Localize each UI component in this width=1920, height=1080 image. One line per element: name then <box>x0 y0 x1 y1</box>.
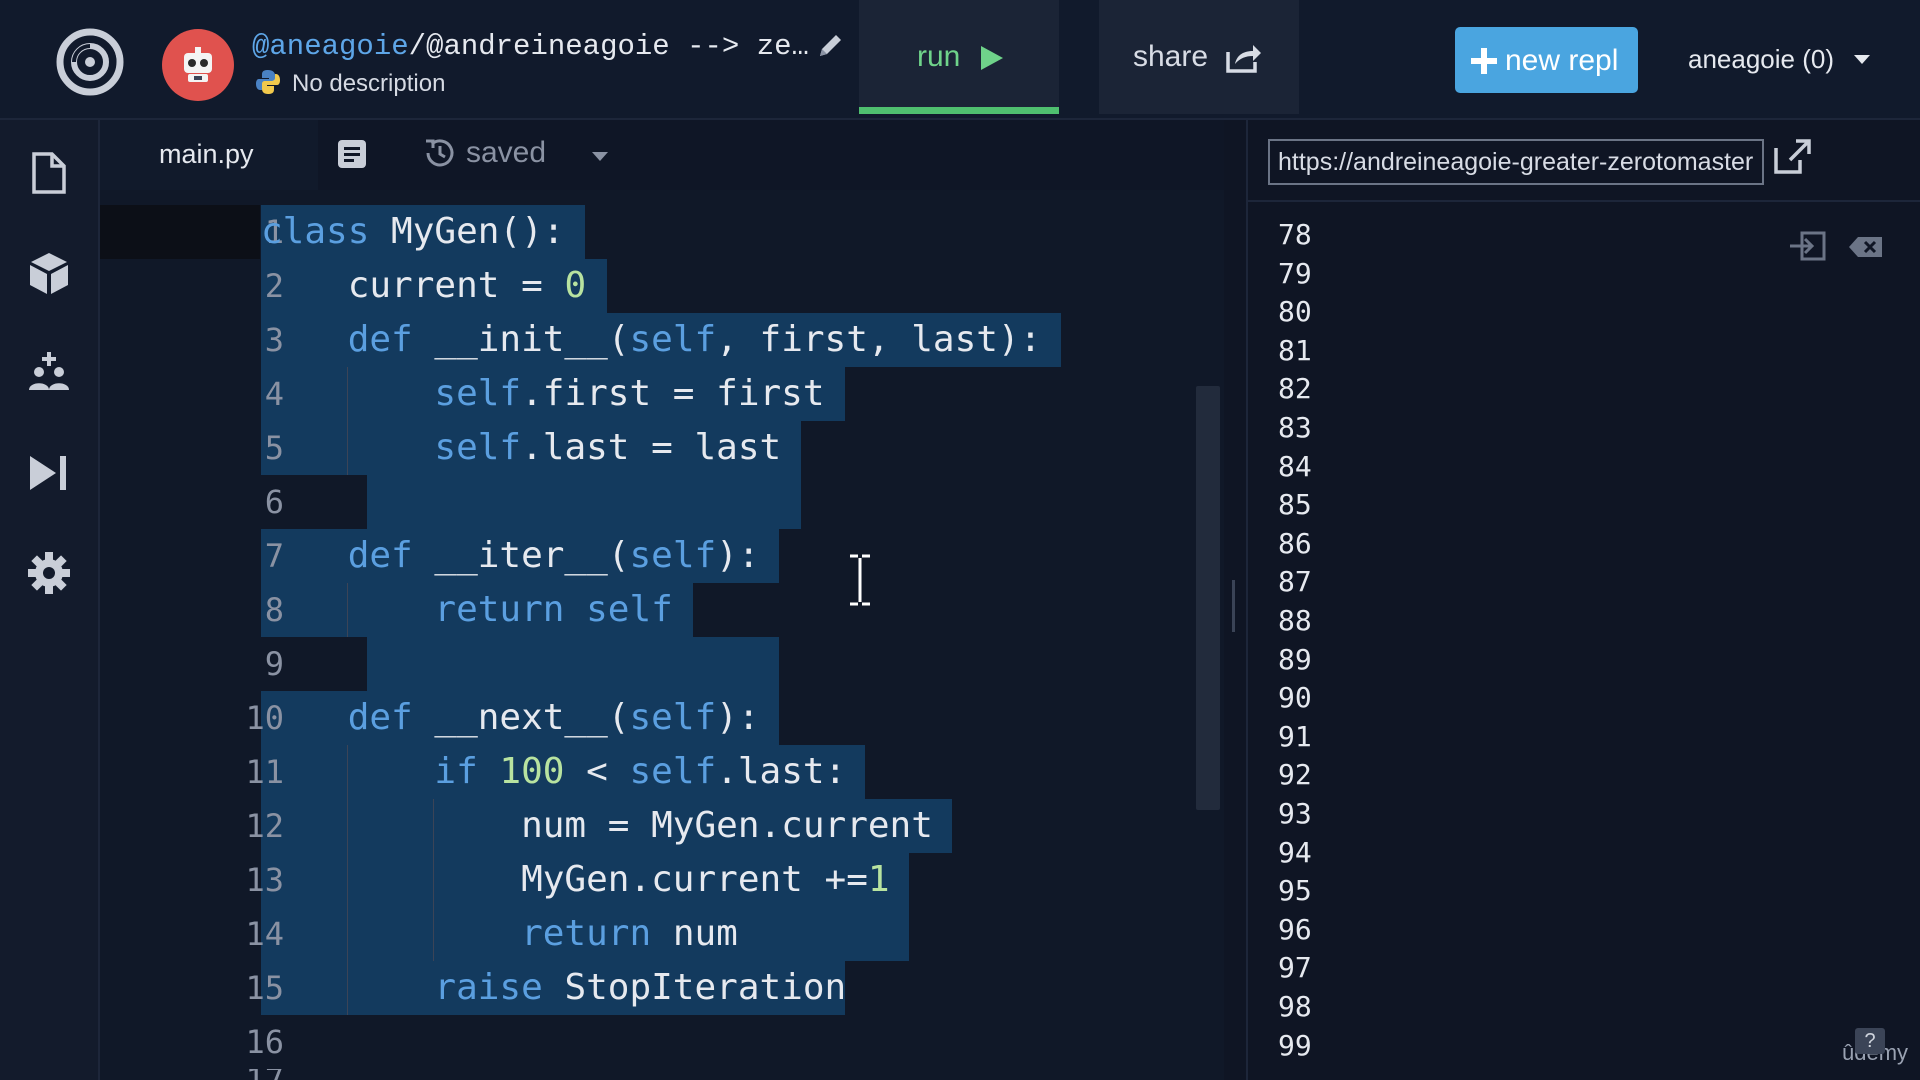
console-output-line: 92 <box>1278 758 1312 792</box>
console-output-line: 80 <box>1278 295 1312 329</box>
console-output-line: 83 <box>1278 411 1312 444</box>
console-output-line: 78 <box>1278 218 1312 251</box>
new-repl-button[interactable]: new repl <box>1455 27 1638 93</box>
code-line: return self <box>261 589 673 630</box>
console-output-line: 85 <box>1278 488 1312 522</box>
chevron-down-icon[interactable] <box>1854 55 1870 65</box>
play-icon <box>981 46 1003 70</box>
console-output-line: 84 <box>1278 449 1312 483</box>
console-pane[interactable]: 78 79 80 81 82 83 84 85 86 87 88 89 90 91 92 93 94 95 96 97… <box>1246 120 1920 1080</box>
clear-console-icon[interactable] <box>1848 236 1884 258</box>
console-output-line: 98 <box>1278 990 1312 1023</box>
splitter-grip[interactable] <box>1232 580 1235 632</box>
new-repl-label: new repl <box>1505 44 1619 77</box>
console-output-line: 90 <box>1278 681 1312 715</box>
settings-icon[interactable] <box>26 550 72 596</box>
console-output-line: 89 <box>1278 642 1312 676</box>
line-number: 16 <box>245 1023 284 1061</box>
console-output-line: 88 <box>1278 604 1312 637</box>
code-line: current = 0 <box>261 265 587 306</box>
robot-icon <box>184 47 212 82</box>
repl-description[interactable]: No description <box>292 70 445 98</box>
run-label: run <box>917 40 961 73</box>
editor-tab-bar: main.py saved <box>100 120 1224 190</box>
code-line: MyGen.current +=1 <box>261 859 890 900</box>
history-icon[interactable] <box>422 135 458 171</box>
text-cursor-icon <box>850 554 870 606</box>
user-menu[interactable]: aneagoie (0) <box>1688 44 1834 75</box>
code-line: num = MyGen.current <box>261 805 933 846</box>
multiplayer-icon[interactable] <box>26 350 72 396</box>
code-line: return num <box>261 913 738 954</box>
code-line: def __init__(self, first, last): <box>261 319 1042 360</box>
console-output-line: 95 <box>1278 874 1312 908</box>
debugger-icon[interactable] <box>26 450 72 496</box>
line-number: 17 <box>164 1069 284 1080</box>
console-output-line: 87 <box>1278 565 1312 599</box>
code-line: raise StopIteration <box>261 967 847 1008</box>
preview-url-input[interactable] <box>1270 141 1762 183</box>
replit-logo-icon[interactable] <box>52 24 128 100</box>
top-bar: @aneagoie/@andreineagoie --> ze… No desc… <box>0 0 1920 120</box>
code-area[interactable]: 1 2 3 4 5 6 7 8 9 10 11 12 13 14 15 16 1… <box>100 200 1224 1080</box>
run-button[interactable]: run <box>859 0 1059 114</box>
console-output-line: 91 <box>1278 719 1312 753</box>
console-output-line: 94 <box>1278 835 1312 869</box>
repl-name: /@andreineagoie --> ze… <box>408 30 809 63</box>
code-line: self.last = last <box>261 427 782 468</box>
console-output-line: 93 <box>1278 797 1312 830</box>
files-icon[interactable] <box>26 150 72 196</box>
packages-icon[interactable] <box>26 250 72 296</box>
share-button[interactable]: share <box>1099 0 1299 114</box>
share-label: share <box>1133 40 1209 73</box>
pencil-icon[interactable] <box>816 30 846 60</box>
code-line: def __next__(self): <box>261 697 760 738</box>
console-output-line: 97 <box>1278 951 1312 985</box>
plus-icon <box>1471 48 1497 74</box>
repl-avatar[interactable] <box>162 29 234 101</box>
console-input-icon[interactable] <box>1788 230 1828 262</box>
code-line: def __iter__(self): <box>261 535 760 576</box>
tab-main-py-label: main.py <box>159 139 254 169</box>
line-number: 9 <box>264 645 284 683</box>
console-output-line: 99 <box>1278 1028 1312 1062</box>
code-line: if 100 < self.last: <box>261 751 847 792</box>
sidebar <box>0 120 100 1080</box>
console-output-line: 81 <box>1278 333 1312 367</box>
repl-owner-link[interactable]: @aneagoie <box>252 30 409 63</box>
help-button[interactable]: ? <box>1855 1028 1885 1054</box>
line-number: 6 <box>264 483 284 521</box>
share-icon <box>1226 45 1261 73</box>
python-icon <box>256 70 280 94</box>
console-divider <box>1248 200 1920 202</box>
console-output-line: 79 <box>1278 256 1312 290</box>
console-output-line: 96 <box>1278 912 1312 946</box>
saved-status: saved <box>466 136 547 169</box>
open-external-icon[interactable] <box>1772 138 1812 176</box>
console-output-line: 82 <box>1278 372 1312 406</box>
selection-block <box>367 475 801 529</box>
code-editor[interactable]: main.py saved 1 2 3 4 5 6 7 8 9 10 11 12… <box>100 120 1224 1080</box>
repl-title[interactable]: @aneagoie/@andreineagoie --> ze… <box>252 30 809 63</box>
selection-block <box>367 637 779 691</box>
code-line: self.first = first <box>261 373 825 414</box>
chevron-down-icon[interactable] <box>592 152 608 162</box>
pane-splitter[interactable] <box>1224 120 1246 1080</box>
tab-main-py[interactable]: main.py <box>100 120 318 190</box>
preview-url-bar[interactable] <box>1268 139 1764 185</box>
editor-scrollbar[interactable] <box>1196 386 1220 810</box>
code-line: class MyGen(): <box>261 211 565 252</box>
format-icon[interactable] <box>336 138 368 170</box>
console-output-line: 86 <box>1278 526 1312 560</box>
